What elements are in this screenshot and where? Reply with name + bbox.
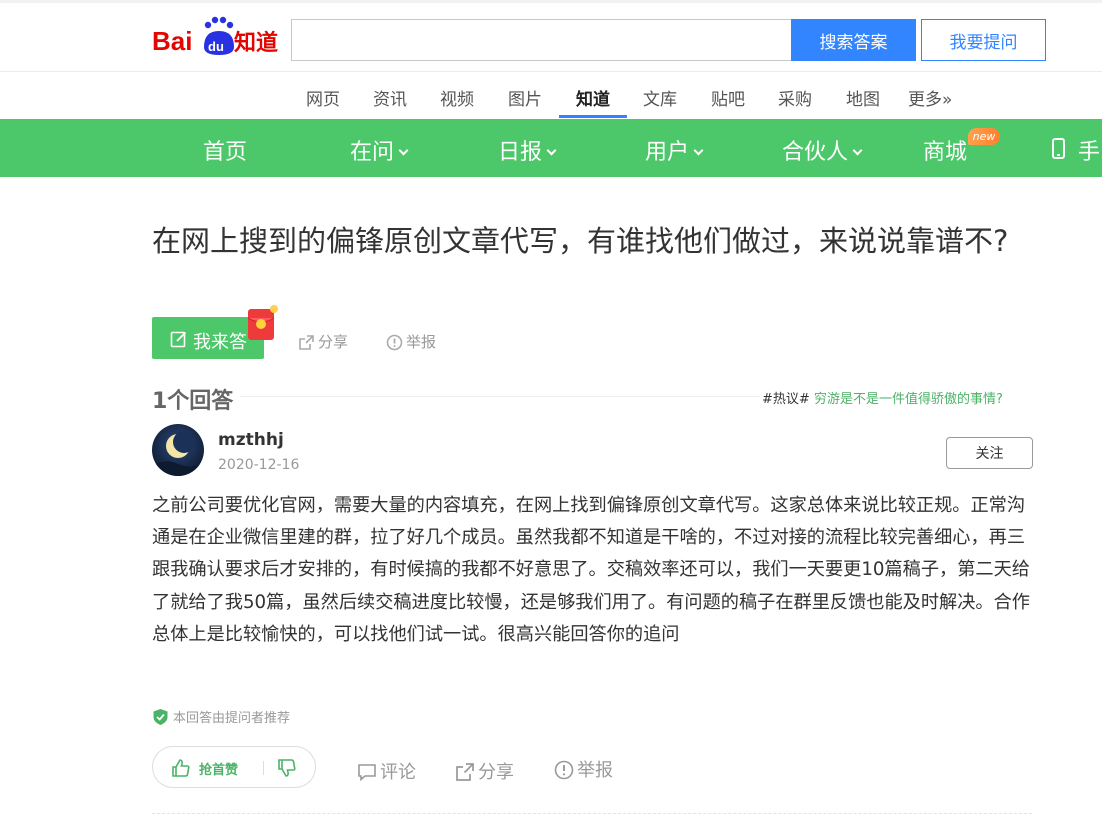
comment-icon bbox=[358, 764, 376, 782]
share-icon bbox=[299, 335, 314, 350]
report-icon bbox=[554, 760, 574, 780]
channel-more[interactable]: 更多» bbox=[908, 85, 952, 110]
channel-video[interactable]: 视频 bbox=[440, 85, 474, 110]
nav-asking-label: 在问 bbox=[350, 140, 395, 165]
nav-home[interactable]: 首页 bbox=[203, 134, 247, 166]
nav-mall[interactable]: 商城 bbox=[923, 134, 967, 166]
recommended-label: 本回答由提问者推荐 bbox=[173, 711, 291, 726]
report-question-label: 举报 bbox=[406, 333, 437, 351]
main-nav: 首页 在问 日报 用户 合伙人 商城 手 bbox=[0, 119, 1102, 177]
answer-username[interactable]: mzthhj bbox=[218, 430, 284, 450]
answer-button-label: 我来答 bbox=[193, 332, 247, 353]
chevron-down-icon bbox=[398, 145, 409, 156]
thumbs-down-icon[interactable] bbox=[277, 758, 297, 778]
share-question-label: 分享 bbox=[318, 333, 349, 351]
search-input[interactable] bbox=[291, 19, 791, 61]
baidu-zhidao-logo[interactable]: Bai du 知道 bbox=[152, 15, 280, 59]
share-answer-button[interactable]: 分享 bbox=[455, 758, 514, 784]
svg-text:du: du bbox=[208, 39, 224, 54]
ask-question-button[interactable]: 我要提问 bbox=[921, 19, 1046, 61]
report-icon bbox=[386, 334, 403, 351]
follow-button[interactable]: 关注 bbox=[946, 437, 1033, 469]
channel-news[interactable]: 资讯 bbox=[373, 85, 407, 110]
vote-box: 抢首赞 bbox=[152, 746, 316, 788]
channel-map[interactable]: 地图 bbox=[846, 85, 880, 110]
share-icon bbox=[456, 763, 474, 781]
nav-users-label: 用户 bbox=[645, 140, 690, 165]
chevron-down-icon bbox=[693, 145, 704, 156]
recommended-badge: 本回答由提问者推荐 bbox=[152, 707, 290, 726]
channel-webpage[interactable]: 网页 bbox=[306, 85, 340, 110]
nav-asking[interactable]: 在问 bbox=[350, 134, 409, 166]
nav-users[interactable]: 用户 bbox=[645, 134, 704, 166]
chevron-down-icon bbox=[546, 145, 557, 156]
share-answer-label: 分享 bbox=[478, 762, 514, 783]
top-header: Bai du 知道 搜索答案 我要提问 bbox=[0, 0, 1102, 72]
vote-separator bbox=[263, 761, 264, 775]
answer-date: 2020-12-16 bbox=[218, 457, 300, 473]
moon-night-avatar-image bbox=[152, 424, 204, 476]
thumbs-up-icon[interactable] bbox=[171, 758, 191, 778]
channel-zhidao[interactable]: 知道 bbox=[576, 85, 610, 110]
comment-label: 评论 bbox=[380, 762, 416, 783]
channel-tieba[interactable]: 贴吧 bbox=[711, 85, 745, 110]
answer-divider bbox=[152, 813, 1032, 814]
search-answer-button[interactable]: 搜索答案 bbox=[791, 19, 916, 61]
phone-icon[interactable] bbox=[1052, 138, 1065, 159]
divider bbox=[240, 396, 760, 397]
nav-mobile-label: 手 bbox=[1078, 140, 1101, 165]
share-question[interactable]: 分享 bbox=[298, 331, 348, 352]
comment-button[interactable]: 评论 bbox=[357, 758, 416, 784]
upvote-button[interactable]: 抢首赞 bbox=[199, 759, 238, 778]
nav-mall-label: 商城 bbox=[923, 140, 968, 165]
channel-wenku[interactable]: 文库 bbox=[643, 85, 677, 110]
report-answer-button[interactable]: 举报 bbox=[554, 756, 613, 782]
nav-mobile[interactable]: 手 bbox=[1078, 134, 1100, 166]
report-question[interactable]: 举报 bbox=[386, 331, 436, 352]
chevron-down-icon bbox=[852, 145, 863, 156]
channel-purchase[interactable]: 采购 bbox=[778, 85, 812, 110]
avatar[interactable] bbox=[152, 424, 204, 476]
shield-check-icon bbox=[153, 709, 168, 725]
answer-body: 之前公司要优化官网，需要大量的内容填充，在网上找到偏锋原创文章代写。这家总体来说… bbox=[152, 495, 1030, 645]
hot-topic-link[interactable]: 穷游是不是一件值得骄傲的事情? bbox=[814, 392, 1003, 407]
nav-home-label: 首页 bbox=[203, 140, 248, 165]
channel-nav: 网页 资讯 视频 图片 知道 文库 贴吧 采购 地图 更多» bbox=[0, 72, 1102, 118]
report-answer-label: 举报 bbox=[577, 760, 613, 781]
nav-daily-label: 日报 bbox=[498, 140, 543, 165]
question-title: 在网上搜到的偏锋原创文章代写，有谁找他们做过，来说说靠谱不? bbox=[152, 224, 1009, 258]
nav-partners-label: 合伙人 bbox=[782, 140, 849, 165]
active-channel-underline bbox=[559, 115, 627, 118]
hot-topic[interactable]: #热议# 穷游是不是一件值得骄傲的事情? bbox=[762, 388, 1003, 407]
nav-daily[interactable]: 日报 bbox=[498, 134, 557, 166]
red-packet-icon[interactable] bbox=[246, 304, 278, 342]
nav-partners[interactable]: 合伙人 bbox=[782, 134, 863, 166]
edit-icon bbox=[170, 331, 187, 348]
new-badge: new bbox=[968, 128, 1000, 145]
answers-count: 1个回答 bbox=[152, 389, 234, 414]
svg-text:知道: 知道 bbox=[234, 30, 278, 56]
channel-images[interactable]: 图片 bbox=[508, 85, 542, 110]
hot-topic-tag: #热议# bbox=[762, 392, 810, 407]
svg-text:Bai: Bai bbox=[152, 26, 192, 56]
